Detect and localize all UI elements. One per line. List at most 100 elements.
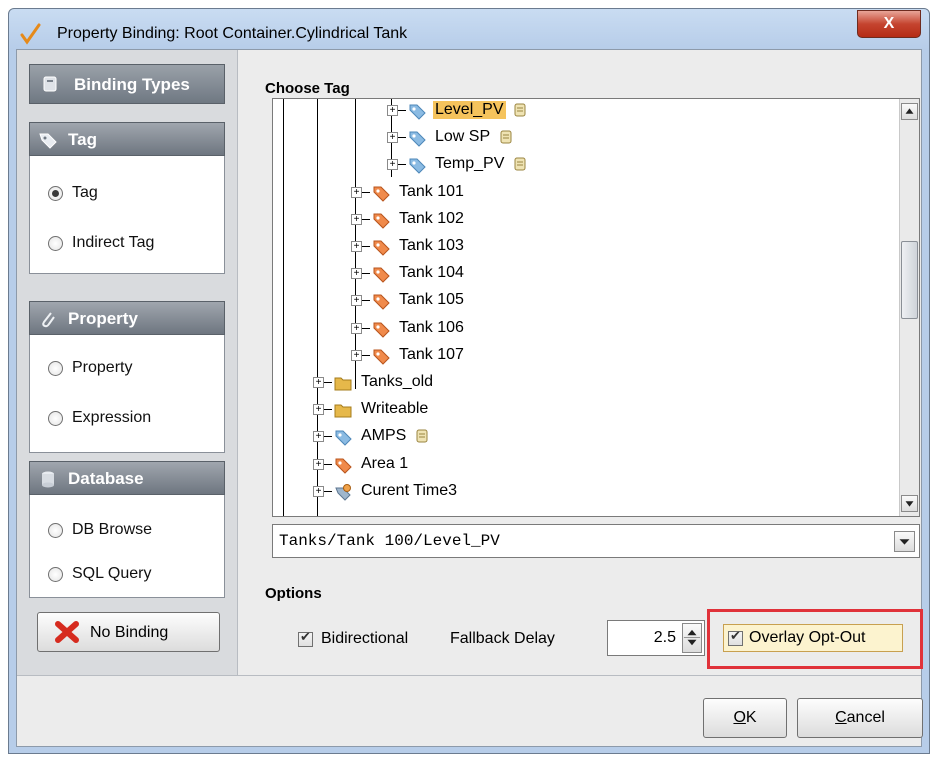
bidirectional-label: Bidirectional [321,630,409,647]
expand-toggle-icon[interactable]: + [351,186,362,198]
overlay-opt-out-checkbox[interactable] [728,629,743,646]
expand-toggle-icon[interactable]: + [387,132,398,144]
tree-node-label: Curent Time3 [361,481,458,499]
radio-db-browse-control[interactable] [48,523,63,538]
memory-tag-icon [333,427,353,447]
udt-tag-icon [371,210,391,230]
script-scroll-icon [512,156,528,172]
spinner-arrows[interactable] [682,623,702,653]
tree-node-label: Tank 103 [399,237,464,254]
tree-node-label: Tank 101 [399,182,464,200]
radio-sql-query-control[interactable] [48,567,63,582]
expand-toggle-icon[interactable]: + [387,105,398,116]
expand-toggle-icon[interactable]: + [351,268,362,280]
tag-tree[interactable]: + Level_PV + Low SP + Temp_PV + Tank 101 + Tank 1… [272,98,920,517]
scroll-up-button[interactable] [901,103,918,120]
expand-toggle-icon[interactable]: + [387,159,398,171]
tree-connector [362,300,370,302]
tag-group: Tag Tag Indirect Tag [29,122,225,274]
expand-toggle-icon[interactable]: + [351,322,362,334]
cancel-button[interactable]: Cancel [797,698,923,738]
tree-node-label: Tank 106 [399,318,464,336]
expand-toggle-icon[interactable]: + [313,458,324,470]
udt-tag-icon [371,264,391,284]
tree-connector [324,382,332,383]
scroll-thumb[interactable] [901,241,918,319]
tree-node-label: Level_PV [433,101,506,119]
choose-tag-heading: Choose Tag [265,80,350,97]
tree-connector [324,490,332,492]
radio-expression-control[interactable] [48,411,63,426]
ok-button[interactable]: OK [703,698,787,738]
tree-node-label: AMPS [361,427,407,445]
fallback-delay-label: Fallback Delay [450,630,555,647]
expand-toggle-icon[interactable]: + [351,349,362,361]
bidirectional-checkbox[interactable] [298,630,313,647]
property-binding-dialog: Property Binding: Root Container.Cylindr… [8,8,930,754]
tree-connector [362,191,370,193]
fallback-delay-spinner[interactable]: 2.5 [607,620,705,656]
tree-connector [398,110,406,111]
memory-tag-icon [407,128,427,148]
expand-toggle-icon[interactable]: + [351,213,362,225]
database-icon [42,471,54,488]
property-group-header: Property [29,301,225,335]
tree-node-label: Temp_PV [435,155,505,173]
database-group-header: Database [29,461,225,495]
expression-tag-icon [333,482,353,502]
spinner-up-down-icon [683,629,701,646]
radio-indirect-tag-control[interactable] [48,236,63,251]
tree-connector [362,273,370,275]
options-heading: Options [265,585,322,602]
ok-mnemonic: O [733,709,746,726]
tag-path-dropdown-button[interactable] [894,531,915,552]
tree-node-label: Low SP [435,128,491,146]
red-x-icon [55,621,79,643]
radio-tag-control[interactable] [48,186,63,201]
close-button[interactable]: X [857,10,921,38]
scroll-down-button[interactable] [901,495,918,512]
cancel-mnemonic: C [835,709,847,726]
tag-path-combo[interactable]: Tanks/Tank 100/Level_PV [272,524,920,558]
binding-types-icon [43,76,57,92]
memory-tag-icon [407,101,427,121]
memory-tag-icon [407,155,427,175]
expand-toggle-icon[interactable]: + [313,377,324,388]
tree-node-label: Tank 107 [399,345,464,363]
tree-node-label: Area 1 [361,454,409,472]
udt-tag-icon [333,455,353,475]
tree-node-label: Writeable [361,400,429,418]
script-scroll-icon [512,102,528,118]
folder-icon [333,373,353,393]
tree-connector [324,436,332,438]
property-group: Property Property Expression [29,301,225,453]
tree-guide-line [283,99,284,516]
script-scroll-icon [498,129,514,145]
tree-guide-line [317,99,318,516]
tree-node-label: Tank 102 [399,209,464,227]
tree-connector [324,463,332,465]
tag-group-header: Tag [29,122,225,156]
script-scroll-icon [414,428,430,444]
cancel-label-rest: ancel [846,709,885,726]
expand-toggle-icon[interactable]: + [313,431,324,443]
tree-vertical-scrollbar[interactable] [899,99,919,516]
expand-toggle-icon[interactable]: + [351,241,362,252]
paperclip-icon [42,312,55,328]
udt-tag-icon [371,319,391,339]
no-binding-button[interactable]: No Binding [37,612,220,652]
expand-toggle-icon[interactable]: + [313,404,324,416]
tree-node-label: Tanks_old [361,373,434,390]
chevron-down-icon [899,539,910,545]
udt-tag-icon [371,183,391,203]
arrow-down-icon [905,501,914,507]
tree-connector [362,327,370,329]
tree-connector [324,409,332,411]
tree-connector [362,218,370,220]
expand-toggle-icon[interactable]: + [313,485,324,497]
expand-toggle-icon[interactable]: + [351,295,362,307]
radio-property-control[interactable] [48,361,63,376]
tag-path-value: Tanks/Tank 100/Level_PV [279,532,500,550]
tree-connector [362,246,370,247]
database-group: Database DB Browse SQL Query [29,461,225,598]
